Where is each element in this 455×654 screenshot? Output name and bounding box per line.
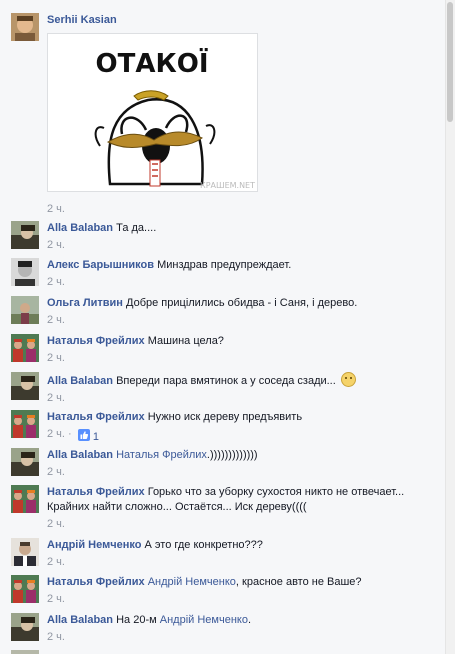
comment-time[interactable]: 2 ч. bbox=[47, 428, 65, 440]
comment-text-line-2: Крайних найти сложно... Остаётся... Иск … bbox=[47, 501, 307, 513]
mention-link[interactable]: Андрій Немченко bbox=[160, 614, 248, 626]
comment-time[interactable]: 2 ч. bbox=[47, 276, 65, 288]
comment-time[interactable]: 2 ч. bbox=[47, 352, 65, 364]
comment-author[interactable]: Андрій Немченко bbox=[47, 539, 141, 551]
comment-time[interactable]: 2 ч. bbox=[47, 314, 65, 326]
comment-text: Впереди пара вмятинок а у соседа сзади..… bbox=[116, 375, 336, 387]
comment-time[interactable]: 2 ч. bbox=[47, 203, 65, 215]
comment-author[interactable]: Serhii Kasian bbox=[47, 14, 117, 26]
comment-time[interactable]: 2 ч. bbox=[47, 392, 65, 404]
comment-author[interactable]: Наталья Фрейлих bbox=[47, 576, 145, 588]
avatar[interactable] bbox=[11, 13, 39, 41]
comment-prefix: На 20-м bbox=[116, 614, 157, 626]
scrollbar[interactable] bbox=[445, 0, 455, 654]
avatar-image bbox=[11, 410, 39, 438]
comment-author[interactable]: Алекс Барышников bbox=[47, 259, 154, 271]
avatar-image bbox=[11, 334, 39, 362]
scrollbar-thumb[interactable] bbox=[447, 2, 453, 122]
avatar-image bbox=[11, 575, 39, 603]
avatar-image bbox=[11, 296, 39, 324]
avatar[interactable] bbox=[11, 448, 39, 476]
avatar[interactable] bbox=[11, 334, 39, 362]
mention-link[interactable]: Наталья Фрейлих bbox=[116, 449, 207, 461]
comment-text: Нужно иск дереву предъявить bbox=[147, 411, 303, 423]
comment-text: . bbox=[247, 614, 252, 626]
avatar-image bbox=[11, 448, 39, 476]
meta-separator: · bbox=[68, 428, 72, 440]
comment-author[interactable]: Alla Balaban bbox=[47, 614, 113, 626]
frown-emoji-icon bbox=[340, 372, 356, 387]
avatar[interactable] bbox=[11, 258, 39, 286]
comment-author[interactable]: Наталья Фрейлих bbox=[47, 486, 145, 498]
comment-author[interactable]: Alla Balaban bbox=[47, 449, 113, 461]
comment-author[interactable]: Наталья Фрейлих bbox=[47, 411, 145, 423]
comment-time[interactable]: 2 ч. bbox=[47, 556, 65, 568]
avatar-image bbox=[11, 538, 39, 566]
comment-time[interactable]: 2 ч. bbox=[47, 239, 65, 251]
comment-text: Та да.... bbox=[116, 222, 157, 234]
comment-time[interactable]: 2 ч. bbox=[47, 518, 65, 530]
comment-author[interactable]: Наталья Фрейлих bbox=[47, 335, 145, 347]
avatar-image bbox=[11, 258, 39, 286]
avatar[interactable] bbox=[11, 613, 39, 641]
comment-author[interactable]: Alla Balaban bbox=[47, 222, 113, 234]
like-count-text: 1 bbox=[92, 431, 99, 443]
avatar[interactable] bbox=[11, 221, 39, 249]
thumbs-up-icon bbox=[77, 429, 90, 441]
comment-text: Минздрав предупреждает. bbox=[157, 259, 292, 271]
avatar-image bbox=[11, 613, 39, 641]
sticker: ОТАКОЇ КРАШЕМ.NET bbox=[47, 33, 258, 192]
comment-time[interactable]: 2 ч. bbox=[47, 593, 65, 605]
avatar[interactable] bbox=[11, 575, 39, 603]
comment-text: , красное авто не Ваше? bbox=[235, 576, 362, 588]
comment-time[interactable]: 2 ч. bbox=[47, 466, 65, 478]
avatar[interactable] bbox=[11, 296, 39, 324]
mention-link[interactable]: Андрій Немченко bbox=[148, 576, 236, 588]
avatar-image bbox=[11, 13, 39, 41]
avatar[interactable] bbox=[11, 485, 39, 513]
sticker-watermark: КРАШЕМ.NET bbox=[200, 181, 255, 190]
comment-text: Добре прицілились обидва - і Саня, і дер… bbox=[126, 297, 358, 309]
like-count[interactable]: 1 bbox=[77, 429, 99, 445]
sticker-title: ОТАКОЇ bbox=[96, 47, 209, 79]
avatar[interactable] bbox=[11, 372, 39, 400]
comment-text: Машина цела? bbox=[147, 335, 224, 347]
avatar-image bbox=[11, 372, 39, 400]
comment-time[interactable]: 2 ч. bbox=[47, 631, 65, 643]
avatar-image bbox=[11, 485, 39, 513]
comment-text: Горько что за уборку сухостоя никто не о… bbox=[147, 486, 405, 498]
avatar[interactable] bbox=[11, 410, 39, 438]
comment-author[interactable]: Alla Balaban bbox=[47, 375, 113, 387]
comment-text: .))))))))))))) bbox=[206, 449, 258, 461]
comment-text: А это где конкретно??? bbox=[144, 539, 263, 551]
otakoi-sticker-image: ОТАКОЇ КРАШЕМ.NET bbox=[94, 47, 255, 190]
comment-thread: Serhii Kasian ОТАКОЇ КРАШЕМ.NET 2 ч. All… bbox=[0, 0, 446, 654]
avatar-image bbox=[11, 221, 39, 249]
next-avatar-partial bbox=[11, 650, 39, 654]
comment-author[interactable]: Ольга Литвин bbox=[47, 297, 123, 309]
avatar[interactable] bbox=[11, 538, 39, 566]
